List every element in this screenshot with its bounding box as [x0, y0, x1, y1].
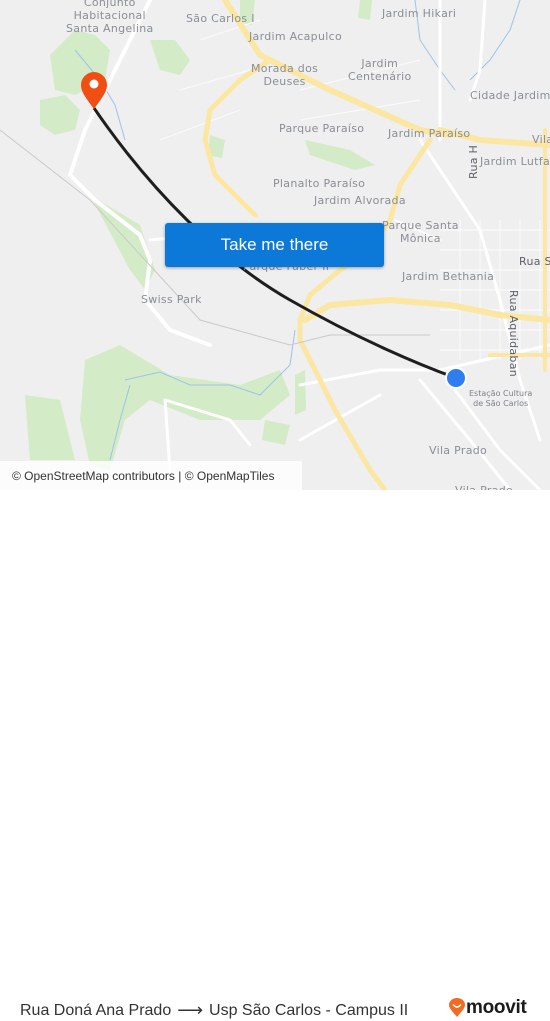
label-estacao-cultura: Estação Cultura de São Carlos	[469, 389, 533, 408]
origin-location-icon[interactable]	[445, 367, 467, 389]
label-jardim-alvorada: Jardim Alvorada	[314, 194, 406, 207]
destination-name: Usp São Carlos - Campus II	[209, 1001, 409, 1019]
label-parque-paraiso: Parque Paraíso	[279, 122, 365, 135]
origin-name: Rua Doná Ana Prado	[20, 1001, 172, 1019]
label-swiss-park: Swiss Park	[141, 293, 202, 306]
label-vila: Vila	[532, 133, 550, 146]
label-santa-angelina: Conjunto Habitacional Santa Angelina	[66, 0, 154, 35]
attribution-text[interactable]: © OpenStreetMap contributors | © OpenMap…	[12, 469, 274, 483]
footer: Rua Doná Ana Prado ⟶ Usp São Carlos - Ca…	[0, 490, 550, 1020]
take-me-there-button[interactable]: Take me there	[165, 223, 384, 267]
label-jardim-lutfalla: Jardim Lutfa	[480, 155, 550, 168]
label-jardim-acapulco: Jardim Acapulco	[249, 30, 342, 43]
moovit-logo[interactable]: moovit	[449, 997, 527, 1019]
moovit-pin-icon	[449, 998, 465, 1017]
map[interactable]: Conjunto Habitacional Santa Angelina São…	[0, 0, 550, 490]
moovit-wordmark: moovit	[466, 997, 527, 1018]
label-cidade-jardim: Cidade Jardim	[470, 89, 550, 102]
label-morada-dos-deuses: Morada dos Deuses	[251, 62, 319, 88]
label-parque-santa-monica: Parque Santa Mônica	[382, 219, 459, 245]
label-rua-h: Rua H	[467, 144, 480, 179]
label-jardim-centenario: Jardim Centenário	[348, 57, 412, 83]
label-planalto-paraiso: Planalto Paraíso	[273, 177, 366, 190]
label-jardim-bethania: Jardim Bethania	[402, 270, 495, 283]
label-jardim-hikari: Jardim Hikari	[382, 7, 457, 20]
arrow-right-icon: ⟶	[177, 1000, 204, 1020]
label-rua-s: Rua S	[519, 255, 550, 268]
label-rua-aquidaban: Rua Aquidaban	[507, 290, 520, 378]
label-vila-prado: Vila Prado	[429, 444, 488, 457]
label-sao-carlos-i: São Carlos I	[186, 12, 255, 25]
label-jardim-paraiso: Jardim Paraíso	[388, 127, 471, 140]
destination-pin-icon[interactable]	[81, 72, 107, 109]
route-summary: Rua Doná Ana Prado ⟶ Usp São Carlos - Ca…	[20, 1000, 408, 1021]
map-attribution[interactable]: © OpenStreetMap contributors | © OpenMap…	[0, 461, 302, 490]
